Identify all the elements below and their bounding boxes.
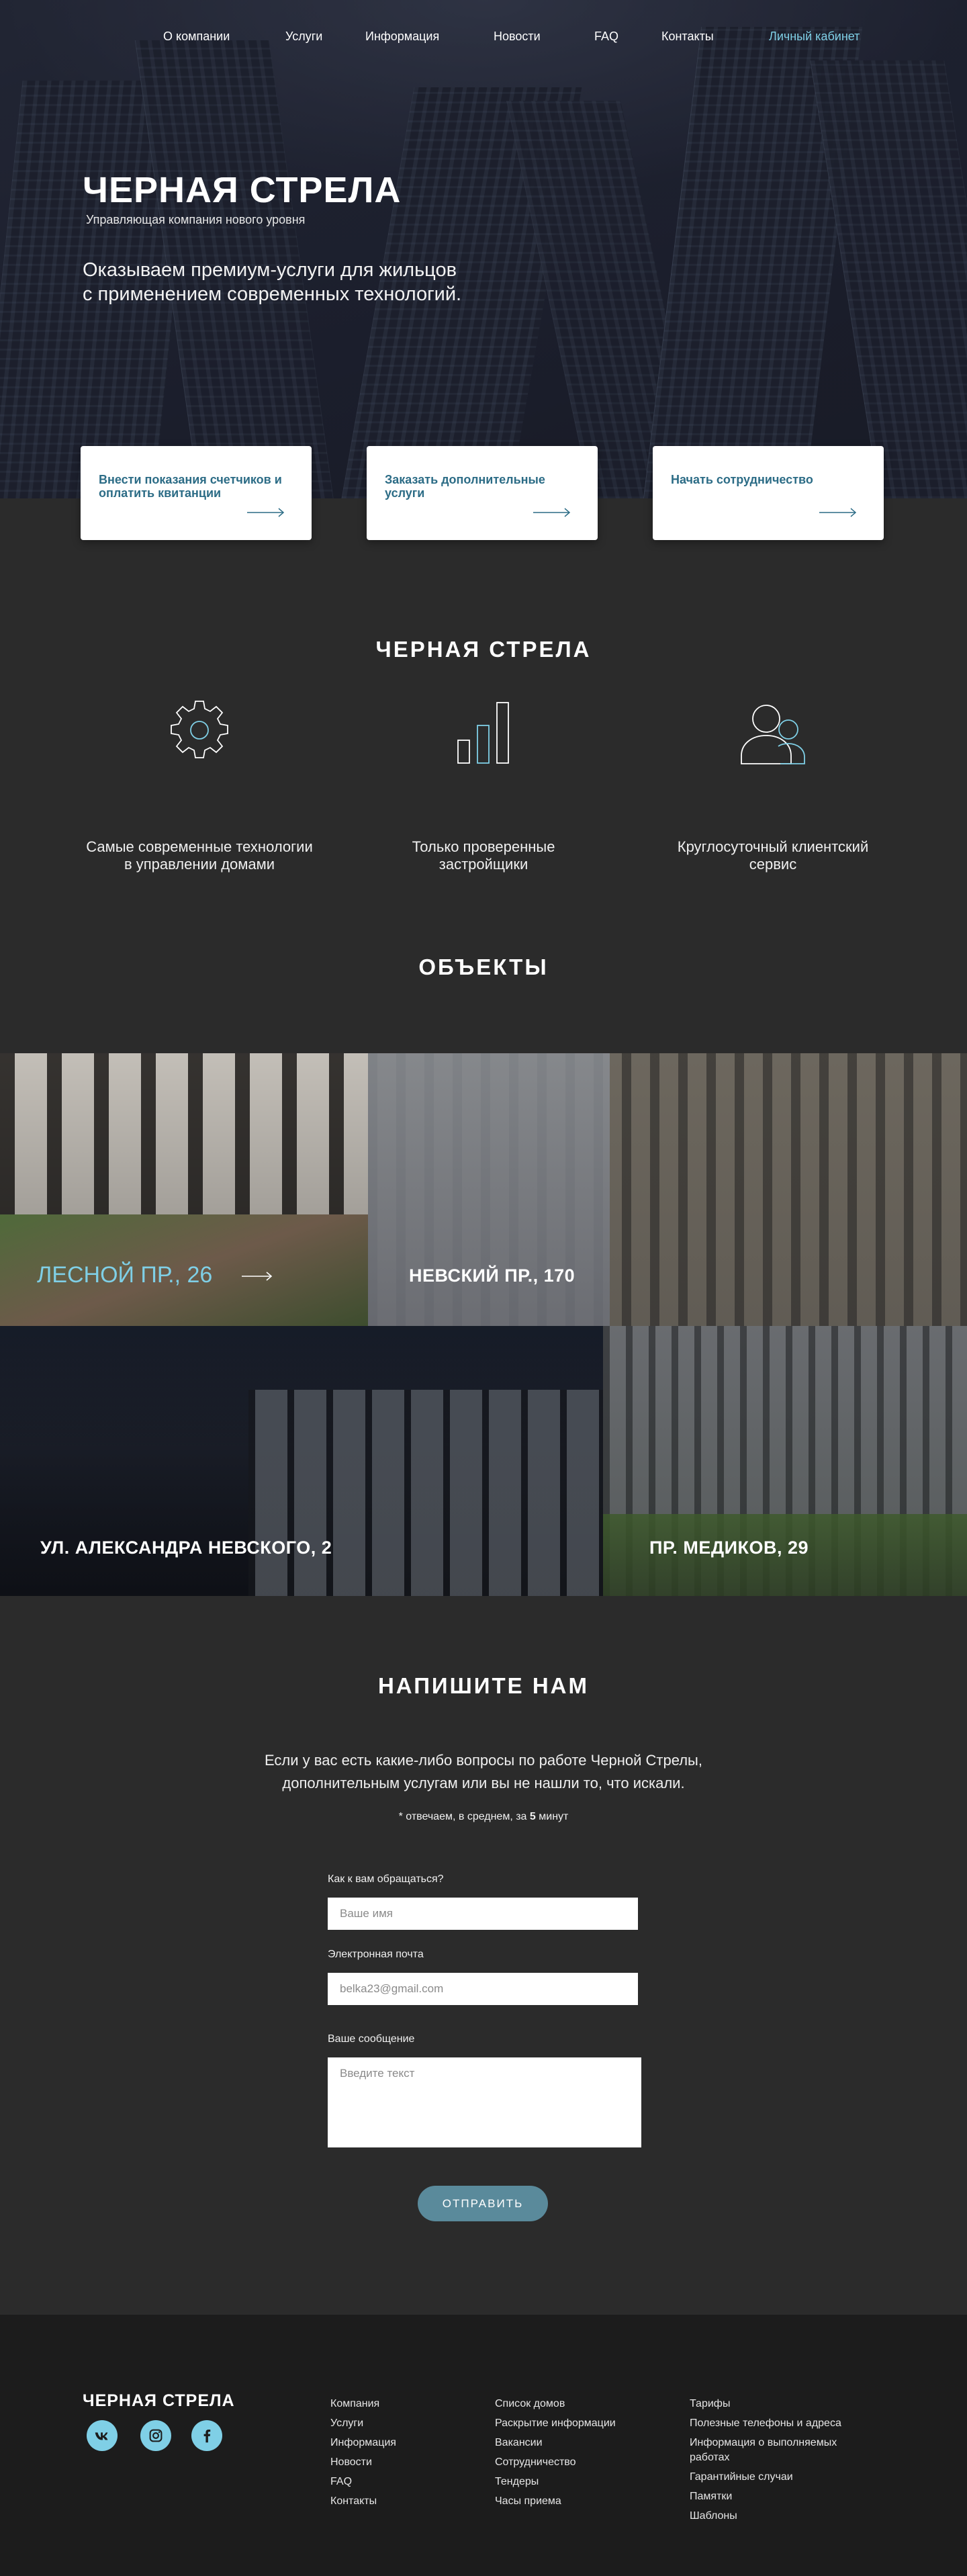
footer-link[interactable]: Информация о выполняемых работах bbox=[690, 2433, 858, 2467]
nav-item-about[interactable]: О компании bbox=[163, 30, 230, 44]
hero-overlay bbox=[0, 0, 967, 498]
nav-item-contacts[interactable]: Контакты bbox=[661, 30, 714, 44]
footer-link[interactable]: Список домов bbox=[495, 2394, 670, 2413]
note-minutes: 5 bbox=[529, 1811, 536, 1822]
instagram-icon[interactable] bbox=[140, 2420, 171, 2451]
about-title: ЧЕРНАЯ СТРЕЛА bbox=[375, 637, 592, 662]
arrow-right-icon bbox=[533, 508, 571, 517]
nav-item-services[interactable]: Услуги bbox=[285, 30, 322, 44]
arrow-right-icon bbox=[819, 508, 857, 517]
email-label: Электронная почта bbox=[328, 1949, 424, 1960]
footer-link[interactable]: Раскрытие информации bbox=[495, 2413, 670, 2433]
hero-title: ЧЕРНАЯ СТРЕЛА bbox=[83, 170, 402, 210]
message-textarea[interactable] bbox=[328, 2057, 641, 2147]
note-suffix: минут bbox=[539, 1811, 569, 1822]
contact-intro-line: дополнительным услугам или вы не нашли т… bbox=[282, 1775, 685, 1791]
nav-item-info[interactable]: Информация bbox=[365, 30, 439, 44]
facebook-icon[interactable] bbox=[191, 2420, 222, 2451]
hero-lead: Оказываем премиум-услуги для жильцов с п… bbox=[83, 258, 593, 306]
footer-link[interactable]: Информация bbox=[330, 2433, 505, 2452]
object-label: ЛЕСНОЙ ПР., 26 bbox=[37, 1262, 213, 1288]
object-label: НЕВСКИЙ ПР., 170 bbox=[409, 1265, 575, 1286]
footer-col-houses: Список домов Раскрытие информации Ваканс… bbox=[495, 2394, 670, 2511]
footer-brand: ЧЕРНАЯ СТРЕЛА bbox=[83, 2391, 235, 2410]
feature-text: Самые современные технологии bbox=[86, 838, 313, 855]
feature-text: сервис bbox=[749, 856, 797, 873]
email-field[interactable] bbox=[328, 1973, 638, 2005]
vk-glyph bbox=[95, 2432, 108, 2440]
contact-intro: Если у вас есть какие-либо вопросы по ра… bbox=[0, 1749, 967, 1795]
footer-link[interactable]: FAQ bbox=[330, 2472, 505, 2491]
response-time-note: * отвечаем, в среднем, за 5 минут bbox=[0, 1811, 967, 1823]
name-input[interactable] bbox=[328, 1898, 638, 1930]
hero-subtitle: Управляющая компания нового уровня bbox=[86, 213, 306, 226]
submit-button[interactable]: ОТПРАВИТЬ bbox=[418, 2186, 548, 2221]
footer-link[interactable]: Полезные телефоны и адреса bbox=[690, 2413, 864, 2433]
footer-link[interactable]: Тарифы bbox=[690, 2394, 864, 2413]
feature-text: застройщики bbox=[439, 856, 528, 873]
main-nav: О компании Услуги Информация Новости FAQ… bbox=[0, 30, 967, 50]
footer-link[interactable]: Вакансии bbox=[495, 2433, 670, 2452]
object-label: УЛ. АЛЕКСАНДРА НЕВСКОГО, 2 bbox=[40, 1538, 332, 1558]
feature-technology: Самые современные технологии в управлени… bbox=[72, 693, 327, 873]
note-prefix: * отвечаем, в среднем, за bbox=[398, 1811, 527, 1822]
nav-item-faq[interactable]: FAQ bbox=[594, 30, 618, 44]
footer-col-info: Тарифы Полезные телефоны и адреса Информ… bbox=[690, 2394, 864, 2526]
hero-lead-line: Оказываем премиум-услуги для жильцов bbox=[83, 259, 457, 281]
footer-link[interactable]: Новости bbox=[330, 2452, 505, 2472]
card-label: Начать сотрудничество bbox=[671, 473, 813, 486]
bar-chart-icon bbox=[457, 702, 509, 764]
object-medikov[interactable]: ПР. МЕДИКОВ, 29 bbox=[603, 1326, 967, 1596]
feature-text: Круглосуточный клиентский bbox=[677, 838, 869, 855]
nav-item-account[interactable]: Личный кабинет bbox=[769, 30, 860, 44]
hero-section bbox=[0, 0, 967, 498]
card-extra-services[interactable]: Заказать дополнительные услуги bbox=[367, 446, 598, 540]
arrow-right-icon bbox=[242, 1272, 273, 1281]
card-cooperation[interactable]: Начать сотрудничество bbox=[653, 446, 884, 540]
footer-link[interactable]: Гарантийные случаи bbox=[690, 2467, 864, 2487]
arrow-right-icon bbox=[247, 508, 285, 517]
contact-intro-line: Если у вас есть какие-либо вопросы по ра… bbox=[265, 1752, 702, 1769]
card-label: Заказать дополнительные услуги bbox=[385, 473, 545, 500]
feature-support: Круглосуточный клиентский сервис bbox=[645, 693, 901, 873]
object-lesnoy[interactable]: ЛЕСНОЙ ПР., 26 bbox=[0, 1053, 368, 1326]
contact-title: НАПИШИТЕ НАМ bbox=[377, 1673, 590, 1698]
object-label: ПР. МЕДИКОВ, 29 bbox=[649, 1538, 809, 1558]
footer-link[interactable]: Услуги bbox=[330, 2413, 505, 2433]
vk-icon[interactable] bbox=[87, 2420, 118, 2451]
objects-title: ОБЪЕКТЫ bbox=[418, 954, 549, 979]
object-nevsky[interactable]: НЕВСКИЙ ПР., 170 bbox=[368, 1053, 967, 1326]
feature-text: в управлении домами bbox=[124, 856, 275, 873]
footer: ЧЕРНАЯ СТРЕЛА Компания Услуги Информация… bbox=[0, 2315, 967, 2576]
name-label: Как к вам обращаться? bbox=[328, 1873, 444, 1885]
footer-link[interactable]: Сотрудничество bbox=[495, 2452, 670, 2472]
gear-icon bbox=[171, 701, 228, 758]
instagram-glyph bbox=[149, 2429, 163, 2442]
footer-link[interactable]: Компания bbox=[330, 2394, 505, 2413]
message-label: Ваше сообщение bbox=[328, 2033, 415, 2045]
card-label: Внести показания счетчиков и оплатить кв… bbox=[99, 473, 282, 500]
feature-builders: Только проверенные застройщики bbox=[356, 693, 611, 873]
footer-link[interactable]: Памятки bbox=[690, 2487, 864, 2506]
nav-item-news[interactable]: Новости bbox=[494, 30, 541, 44]
footer-link[interactable]: Контакты bbox=[330, 2491, 505, 2511]
facebook-glyph bbox=[203, 2430, 211, 2443]
footer-link[interactable]: Шаблоны bbox=[690, 2506, 864, 2526]
object-photo-building bbox=[248, 1390, 603, 1596]
feature-text: Только проверенные bbox=[412, 838, 555, 855]
footer-link[interactable]: Часы приема bbox=[495, 2491, 670, 2511]
footer-link[interactable]: Тендеры bbox=[495, 2472, 670, 2491]
object-aleksandra-nevskogo[interactable]: УЛ. АЛЕКСАНДРА НЕВСКОГО, 2 bbox=[0, 1326, 603, 1596]
card-meter-readings[interactable]: Внести показания счетчиков и оплатить кв… bbox=[81, 446, 312, 540]
hero-lead-line: с применением современных технологий. bbox=[83, 283, 462, 305]
users-icon bbox=[741, 705, 805, 764]
footer-col-company: Компания Услуги Информация Новости FAQ К… bbox=[330, 2394, 505, 2511]
